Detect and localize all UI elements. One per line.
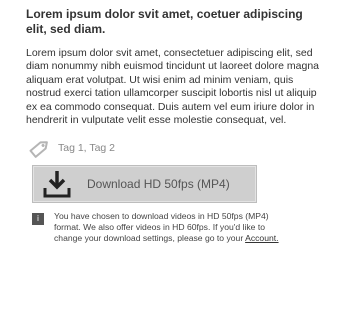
tag-list[interactable]: Tag 1, Tag 2 [58, 142, 115, 154]
account-link[interactable]: Account. [245, 233, 278, 243]
download-hd-button[interactable]: Download HD 50fps (MP4) [32, 165, 257, 204]
notice-message: You have chosen to download videos in HD… [54, 211, 269, 244]
article-body: Lorem ipsum dolor svit amet, consectetue… [26, 47, 320, 127]
tag-row: Tag 1, Tag 2 [26, 138, 328, 159]
download-button-label: Download HD 50fps (MP4) [87, 177, 230, 192]
info-icon: i [32, 213, 44, 226]
article-title: Lorem ipsum dolor svit amet, coetuer adi… [26, 7, 303, 36]
download-icon [43, 171, 71, 198]
tag-icon [29, 141, 48, 159]
download-panel: Lorem ipsum dolor svit amet, coetuer adi… [0, 0, 338, 318]
download-notice: i You have chosen to download videos in … [32, 211, 328, 244]
notice-text: You have chosen to download videos in HD… [54, 211, 290, 244]
